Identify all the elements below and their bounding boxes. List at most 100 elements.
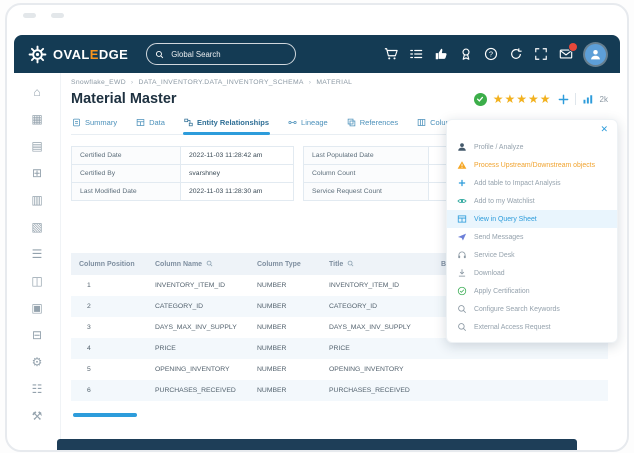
breadcrumb: Snowflake_EWD › DATA_INVENTORY.DATA_INVE… <box>71 79 608 86</box>
breadcrumb-item[interactable]: DATA_INVENTORY.DATA_INVENTORY_SCHEMA <box>138 79 303 86</box>
menu-item-add-watchlist[interactable]: Add to my Watchlist <box>447 192 617 210</box>
left-sidebar <box>14 73 61 450</box>
star-rating[interactable]: ★★★★★ <box>493 93 552 105</box>
svg-text:?: ? <box>489 50 493 59</box>
info-label: Column Count <box>303 164 429 183</box>
title-actions: ★★★★★ 2k <box>473 92 608 106</box>
mail-icon[interactable] <box>559 43 577 61</box>
menu-item-service-desk[interactable]: Service Desk <box>447 246 617 264</box>
fullscreen-icon[interactable] <box>534 47 548 61</box>
info-value: svarshney <box>180 164 294 183</box>
page-title: Material Master <box>71 91 177 107</box>
table-row[interactable]: 5 OPENING_INVENTORY NUMBER OPENING_INVENTO… <box>71 359 608 380</box>
tab-lineage[interactable]: Lineage <box>287 116 329 134</box>
breadcrumb-item[interactable]: MATERIAL <box>316 79 352 86</box>
tab-data[interactable]: Data <box>135 116 166 134</box>
ovaledge-logo[interactable]: OVALEDGE <box>28 45 128 64</box>
column-details-tab-icon <box>417 119 426 126</box>
search-input[interactable] <box>169 48 288 60</box>
window-bottom-bar <box>57 439 577 450</box>
tab-references[interactable]: References <box>346 116 399 134</box>
award-icon[interactable] <box>459 47 473 61</box>
warning-icon <box>457 160 467 170</box>
table-row[interactable]: 6 PURCHASES_RECEIVED NUMBER PURCHASES_RECE… <box>71 380 608 401</box>
menu-item-configure-search-keywords[interactable]: Configure Search Keywords <box>447 300 617 318</box>
breadcrumb-separator: › <box>130 79 134 86</box>
topbar-icon-group: ? <box>384 43 577 61</box>
tab-summary[interactable]: Summary <box>71 116 118 134</box>
horizontal-scrollbar <box>71 413 608 417</box>
info-label: Certified By <box>71 164 181 183</box>
divider <box>574 93 576 105</box>
datasets-icon[interactable] <box>14 274 60 288</box>
column-header: Column Name <box>147 253 249 275</box>
tools-icon[interactable] <box>14 409 60 423</box>
glossary-icon[interactable] <box>14 139 60 153</box>
window-control-dot <box>23 13 36 18</box>
person-icon <box>591 49 600 59</box>
plus-icon <box>457 178 467 188</box>
menu-item-apply-certification[interactable]: Apply Certification <box>447 282 617 300</box>
scrollbar-thumb[interactable] <box>73 413 137 417</box>
home-icon[interactable] <box>14 85 60 99</box>
breadcrumb-item[interactable]: Snowflake_EWD <box>71 79 126 86</box>
column-search-icon[interactable] <box>206 260 213 267</box>
governance-icon[interactable] <box>14 382 60 396</box>
search-icon <box>156 50 164 58</box>
entity-relationships-tab-icon <box>184 118 193 127</box>
tab-entity-relationships[interactable]: Entity Relationships <box>182 116 271 135</box>
app-window: OVALEDGE Global Search ? ⌂ ▦ ▤ ⊞ ▥ ▧ ☰ ◫… <box>14 35 620 450</box>
gear-icon <box>28 45 47 63</box>
menu-item-external-access-request[interactable]: External Access Request <box>447 318 617 336</box>
window-control-dot <box>51 13 64 18</box>
tasks-icon[interactable] <box>409 47 423 61</box>
table-actions-menu: Profile / Analyze Process Upstream/Downs… <box>446 119 618 343</box>
help-icon[interactable]: ? <box>484 47 498 61</box>
data-tab-icon <box>136 119 145 126</box>
query-sheet-icon <box>457 214 467 224</box>
menu-item-process-upstream-downstream[interactable]: Process Upstream/Downstream objects <box>447 156 617 174</box>
references-tab-icon <box>347 118 355 127</box>
menu-item-profile-analyze[interactable]: Profile / Analyze <box>447 138 617 156</box>
menu-item-view-query-sheet[interactable]: View in Query Sheet <box>447 210 617 228</box>
column-header: Column Position <box>71 253 147 275</box>
info-table-left: Certified Date 2022-11-03 11:28:42 am Ce… <box>71 146 294 201</box>
add-rating-icon[interactable] <box>558 94 569 105</box>
search-icon <box>457 304 467 314</box>
search-icon <box>457 322 467 332</box>
summary-tab-icon <box>73 118 80 127</box>
cart-icon[interactable] <box>384 47 398 61</box>
info-value: 2022-11-03 11:28:42 am <box>180 146 294 165</box>
reports-icon[interactable] <box>14 193 60 207</box>
download-icon <box>457 268 467 278</box>
service-desk-icon <box>457 250 467 260</box>
watchlist-icon <box>457 196 467 206</box>
menu-item-send-messages[interactable]: Send Messages <box>447 228 617 246</box>
refresh-icon[interactable] <box>509 47 523 61</box>
jobs-icon[interactable] <box>14 328 60 342</box>
column-search-icon[interactable] <box>347 260 354 267</box>
hierarchy-icon[interactable] <box>14 220 60 234</box>
menu-item-add-impact-analysis[interactable]: Add table to Impact Analysis <box>447 174 617 192</box>
menu-item-download[interactable]: Download <box>447 264 617 282</box>
popularity-chart-icon[interactable] <box>582 93 594 105</box>
catalog-icon[interactable] <box>14 112 60 126</box>
user-avatar[interactable] <box>585 43 606 65</box>
notification-badge <box>569 43 577 51</box>
close-icon[interactable] <box>600 124 608 134</box>
info-value: 2022-11-03 11:28:30 am <box>180 182 294 201</box>
settings-icon[interactable] <box>14 355 60 369</box>
info-label: Last Modified Date <box>71 182 181 201</box>
lists-icon[interactable] <box>14 247 60 261</box>
column-header: Title <box>321 253 433 275</box>
thumbs-up-icon[interactable] <box>434 47 448 61</box>
dashboards-icon[interactable] <box>14 166 60 180</box>
breadcrumb-separator: › <box>308 79 312 86</box>
tables-icon[interactable] <box>14 301 60 315</box>
global-search[interactable] <box>146 43 297 65</box>
certification-badge[interactable] <box>473 92 487 106</box>
mockup-window: OVALEDGE Global Search ? ⌂ ▦ ▤ ⊞ ▥ ▧ ☰ ◫… <box>5 3 629 452</box>
send-icon <box>457 232 467 242</box>
certification-icon <box>457 286 467 296</box>
info-label: Last Populated Date <box>303 146 429 165</box>
